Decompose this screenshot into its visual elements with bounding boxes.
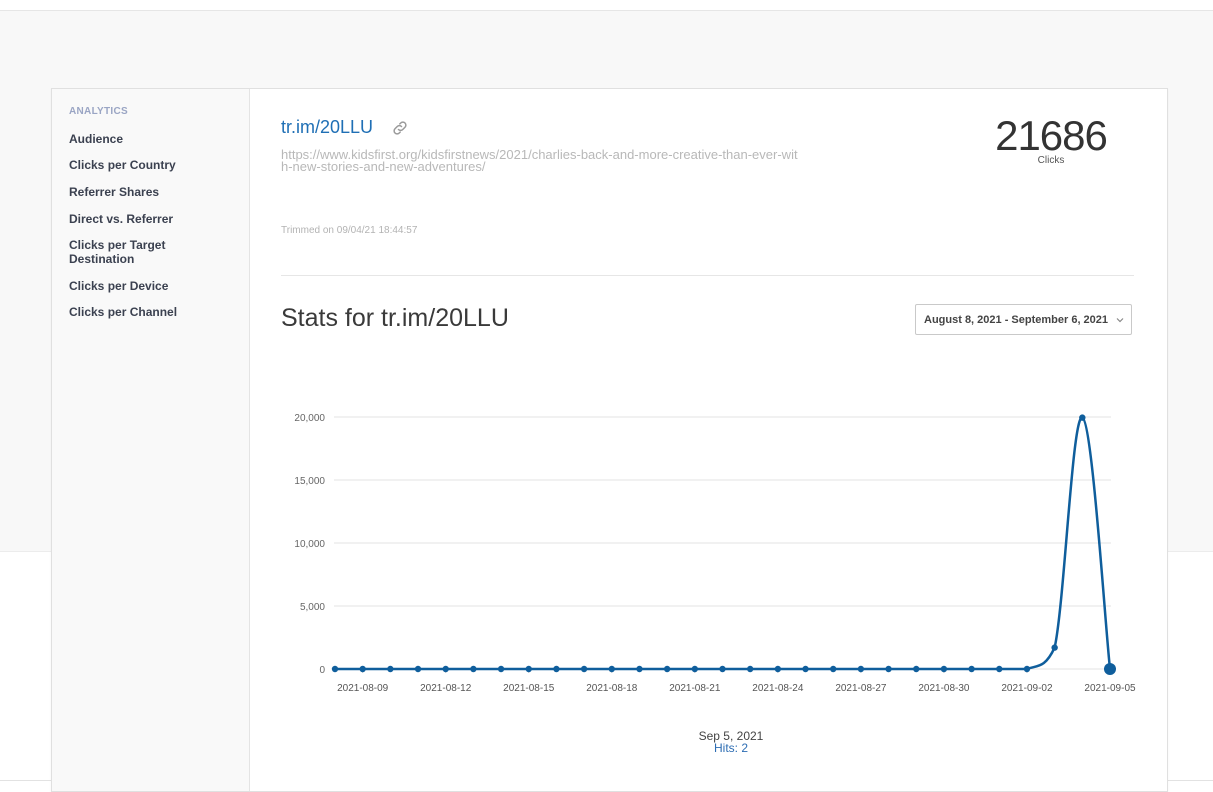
data-point[interactable] bbox=[830, 665, 837, 673]
sidebar-item-referrer-shares[interactable]: Referrer Shares bbox=[69, 185, 239, 199]
data-point[interactable] bbox=[663, 665, 671, 673]
x-tick-label: 2021-08-30 bbox=[918, 683, 970, 694]
sidebar-item-clicks-per-device[interactable]: Clicks per Device bbox=[69, 279, 239, 293]
data-point[interactable] bbox=[442, 665, 449, 673]
y-tick-label: 5,000 bbox=[300, 602, 325, 613]
data-point[interactable] bbox=[719, 665, 726, 673]
y-tick-label: 10,000 bbox=[294, 539, 325, 550]
data-point[interactable] bbox=[470, 665, 477, 673]
data-point[interactable] bbox=[359, 665, 366, 673]
data-point[interactable] bbox=[553, 665, 560, 673]
analytics-sidebar: ANALYTICS Audience Clicks per Country Re… bbox=[52, 89, 250, 791]
data-point[interactable] bbox=[746, 665, 754, 673]
sidebar-item-direct-vs-referrer[interactable]: Direct vs. Referrer bbox=[69, 212, 239, 226]
data-point[interactable] bbox=[774, 665, 782, 673]
clicks-line-chart: 20,000 15,000 10,000 5,000 0 2021-08-09 2021-0… bbox=[294, 413, 1136, 694]
sidebar-heading: ANALYTICS bbox=[69, 106, 129, 117]
tooltip-hits: Hits: 2 bbox=[713, 741, 748, 755]
x-tick-label: 2021-08-15 bbox=[503, 683, 555, 694]
data-point[interactable] bbox=[331, 665, 339, 673]
y-tick-label: 15,000 bbox=[294, 476, 325, 487]
data-point[interactable] bbox=[608, 665, 615, 673]
sidebar-item-clicks-per-target-destination[interactable]: Clicks per Target Destination bbox=[69, 238, 209, 266]
x-tick-label: 2021-08-12 bbox=[420, 683, 472, 694]
x-tick-label: 2021-08-09 bbox=[337, 683, 389, 694]
data-point[interactable] bbox=[857, 665, 865, 673]
data-point[interactable] bbox=[1023, 665, 1031, 673]
data-point[interactable] bbox=[636, 665, 643, 673]
x-tick-label: 2021-08-21 bbox=[669, 683, 721, 694]
x-tick-label: 2021-08-27 bbox=[835, 683, 887, 694]
data-point[interactable] bbox=[497, 665, 505, 673]
x-tick-label: 2021-08-18 bbox=[586, 683, 638, 694]
highlighted-data-point[interactable] bbox=[1104, 662, 1116, 675]
data-point[interactable] bbox=[1051, 644, 1058, 651]
sidebar-item-clicks-per-channel[interactable]: Clicks per Channel bbox=[69, 305, 239, 319]
x-tick-label: 2021-08-24 bbox=[752, 683, 804, 694]
data-point[interactable] bbox=[414, 665, 422, 673]
analytics-card: ANALYTICS Audience Clicks per Country Re… bbox=[51, 88, 1168, 792]
y-tick-label: 0 bbox=[319, 665, 325, 676]
data-point[interactable] bbox=[968, 665, 975, 673]
x-tick-label: 2021-09-05 bbox=[1084, 683, 1136, 694]
data-point[interactable] bbox=[802, 665, 809, 673]
data-point[interactable] bbox=[580, 665, 588, 673]
data-point[interactable] bbox=[691, 665, 699, 673]
data-point[interactable] bbox=[885, 665, 892, 673]
y-tick-label: 20,000 bbox=[294, 413, 325, 424]
sidebar-item-audience[interactable]: Audience bbox=[69, 132, 239, 146]
sidebar-item-clicks-per-country[interactable]: Clicks per Country bbox=[69, 158, 239, 172]
data-point[interactable] bbox=[387, 665, 394, 673]
data-point[interactable] bbox=[525, 665, 532, 673]
analytics-main: tr.im/20LLU https://www.kidsfirst.org/ki… bbox=[281, 89, 1136, 791]
data-point[interactable] bbox=[996, 665, 1003, 673]
data-point[interactable] bbox=[940, 665, 948, 673]
data-point[interactable] bbox=[913, 665, 920, 673]
data-point[interactable] bbox=[1079, 414, 1086, 421]
x-tick-label: 2021-09-02 bbox=[1001, 683, 1053, 694]
